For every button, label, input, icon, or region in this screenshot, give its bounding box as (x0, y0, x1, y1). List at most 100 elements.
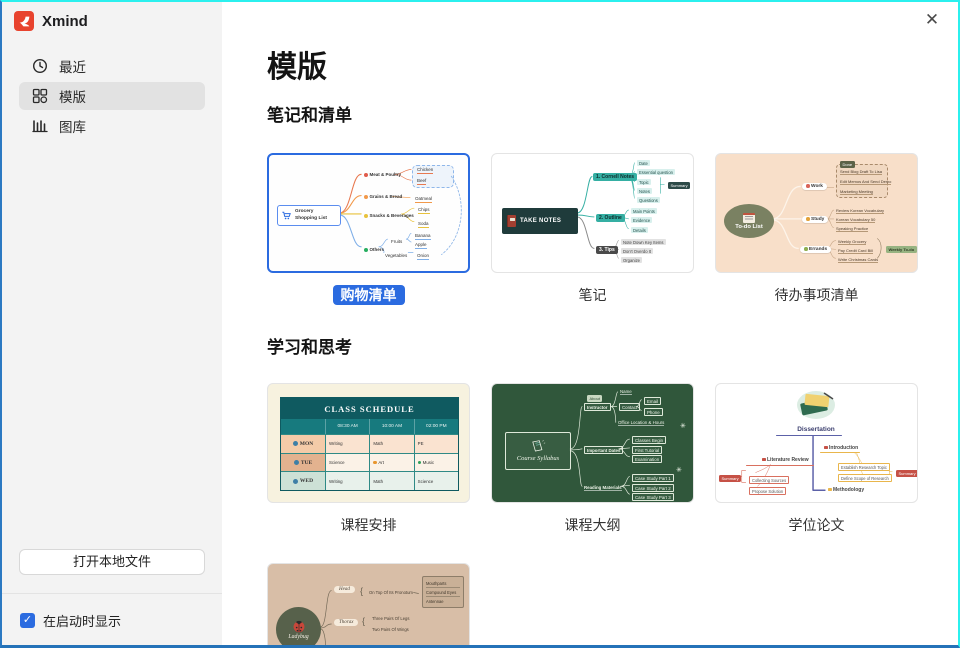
calendar-icon (743, 213, 755, 223)
thumb-topic: Essential question (637, 169, 675, 175)
thumb-topic: Thorax (334, 619, 358, 626)
titlebar: Xmind (14, 11, 88, 31)
template-card-dissertation[interactable]: Dissertation Literature Review Collectin… (715, 383, 918, 535)
thumb-topic: Head (334, 586, 355, 593)
template-card-ladybug[interactable]: Ladybug Head { On Top Of Its Pronotum Mo… (267, 563, 470, 648)
sidebar-item-recent[interactable]: 最近 (19, 52, 205, 80)
book-sketch-icon (530, 440, 546, 453)
thumb-topic: Reading Materials (584, 485, 622, 491)
template-thumbnail-notes[interactable]: TAKE NOTES 1. Cornell Notes Date Essenti… (491, 153, 694, 273)
thumb-topic: Questions (637, 197, 660, 203)
thumb-topic: Name (620, 389, 632, 395)
syllabus-title: Course Syllabus (517, 455, 559, 462)
thumb-topic: Literature Review (762, 457, 809, 463)
sidebar-item-label: 最近 (59, 56, 86, 76)
template-card-todo[interactable]: To-do List Work Done Send Blog Draft To … (715, 153, 918, 305)
show-on-startup-row: ✓ 在启动时显示 (20, 611, 121, 630)
open-local-file-button[interactable]: 打开本地文件 (19, 549, 205, 575)
template-thumbnail-todo[interactable]: To-do List Work Done Send Blog Draft To … (715, 153, 918, 273)
thumb-topic: Propose Solution (749, 487, 786, 495)
schedule-cell: Science (325, 453, 369, 472)
template-card-notes[interactable]: TAKE NOTES 1. Cornell Notes Date Essenti… (491, 153, 694, 305)
template-label-syllabus: 课程大纲 (491, 515, 694, 535)
schedule-row-tue: TUE Science Art Music (281, 453, 458, 472)
thumb-topic: About (587, 395, 602, 402)
schedule-cell: Math (369, 471, 413, 490)
thumb-topic: Beef (417, 178, 426, 185)
thumb-topic: Meat & Poultry (364, 172, 401, 178)
day-icon (294, 460, 299, 465)
template-card-grocery[interactable]: GroceryShopping List Meat & Poultry Chic… (267, 153, 470, 305)
thumb-topic: Define Scope of Research (838, 474, 892, 482)
section-heading-study-thinking: 学习和思考 (267, 333, 352, 358)
music-icon (418, 461, 422, 465)
template-card-syllabus[interactable]: Course Syllabus About Instructor Name Co… (491, 383, 694, 535)
show-on-startup-checkbox[interactable]: ✓ (20, 613, 35, 628)
thumb-topic: Send Blog Draft To Lisa (840, 169, 882, 175)
template-thumbnail-grocery[interactable]: GroceryShopping List Meat & Poultry Chic… (267, 153, 470, 273)
thumb-topic: Summary (896, 470, 918, 477)
schedule-cell: Writing (325, 471, 369, 490)
thumb-topic: Details (631, 227, 648, 233)
ladybug-icon (291, 619, 307, 633)
thumb-topic: Introduction (824, 445, 858, 451)
day-icon (293, 479, 298, 484)
template-thumbnail-syllabus[interactable]: Course Syllabus About Instructor Name Co… (491, 383, 694, 503)
syllabus-central-topic: Course Syllabus (505, 432, 571, 470)
thumb-topic: Important Dates (584, 446, 623, 454)
schedule-cell: Music (414, 453, 458, 472)
template-thumbnail-ladybug[interactable]: Ladybug Head { On Top Of Its Pronotum Mo… (267, 563, 470, 648)
schedule-cell: PE (414, 434, 458, 453)
schedule-cell: Science (414, 471, 458, 490)
thumb-topic: Collecting Sources (749, 476, 789, 484)
sidebar-item-gallery[interactable]: 图库 (19, 112, 205, 140)
thumb-topic: Don't Overdo It (621, 248, 653, 254)
thumb-topic: Three Pairs Of Legs (372, 616, 409, 621)
template-thumbnail-schedule[interactable]: CLASS SCHEDULE 08:30 AM 10:00 AM 02:00 P… (267, 383, 470, 503)
dissertation-illustration (794, 389, 838, 421)
ladybug-title: Ladybug (288, 634, 308, 640)
thumb-topic: Summary (719, 475, 741, 482)
thumb-topic: Errands (800, 246, 831, 253)
ladybug-head-group: Mouthparts Compound Eyes Antennae (422, 576, 464, 608)
schedule-time-row: 08:30 AM 10:00 AM 02:00 PM (281, 419, 458, 434)
schedule-time: 08:30 AM (325, 419, 369, 434)
thumb-topic: Marketing Meeting (840, 189, 873, 195)
template-card-schedule[interactable]: CLASS SCHEDULE 08:30 AM 10:00 AM 02:00 P… (267, 383, 470, 535)
day-icon (293, 441, 298, 446)
close-icon[interactable]: ✕ (920, 8, 944, 32)
thumb-topic: Phone (644, 408, 663, 416)
thumb-topic: Office Location & Hours (618, 420, 664, 426)
schedule-time: 10:00 AM (369, 419, 413, 434)
schedule-time: 02:00 PM (414, 419, 458, 434)
template-thumbnail-dissertation[interactable]: Dissertation Literature Review Collectin… (715, 383, 918, 503)
thumb-topic: Main Points (631, 208, 657, 214)
template-label-dissertation: 学位论文 (715, 515, 918, 535)
thumb-topic: Mouthparts (426, 579, 460, 588)
brace-glyph: { (362, 616, 365, 626)
thumb-topic: Instructor (584, 403, 611, 411)
class-schedule-table: CLASS SCHEDULE 08:30 AM 10:00 AM 02:00 P… (280, 397, 459, 491)
thumb-topic: Apple (415, 242, 427, 249)
sidebar-nav: 最近 模版 图库 (19, 52, 205, 140)
grocery-title-line2: Shopping List (295, 216, 327, 222)
template-label-schedule: 课程安排 (267, 515, 470, 535)
thumb-topic: Case Study Part 2 (632, 484, 674, 492)
thumb-topic: First Tutorial (632, 446, 662, 454)
notebook-icon (507, 215, 516, 227)
sidebar-item-label: 模版 (59, 86, 86, 106)
dissertation-title: Dissertation (771, 426, 861, 433)
thumb-topic: Grains & Bread (364, 194, 402, 200)
thumb-topic: Weekly Grocery (838, 239, 866, 245)
thumb-topic: Methodology (828, 487, 864, 493)
grocery-central-topic: GroceryShopping List (277, 205, 341, 226)
art-icon (373, 461, 377, 465)
thumb-topic: Establish Research Topic (838, 463, 890, 471)
thumb-topic: Banana (415, 233, 431, 240)
sidebar-item-templates[interactable]: 模版 (19, 82, 205, 110)
star-sketch-icon: ✳ (676, 466, 682, 474)
thumb-topic: Summary (668, 182, 690, 189)
thumb-topic: Done (840, 161, 855, 168)
thumb-topic: Work (802, 183, 827, 190)
notes-title: TAKE NOTES (520, 218, 561, 224)
